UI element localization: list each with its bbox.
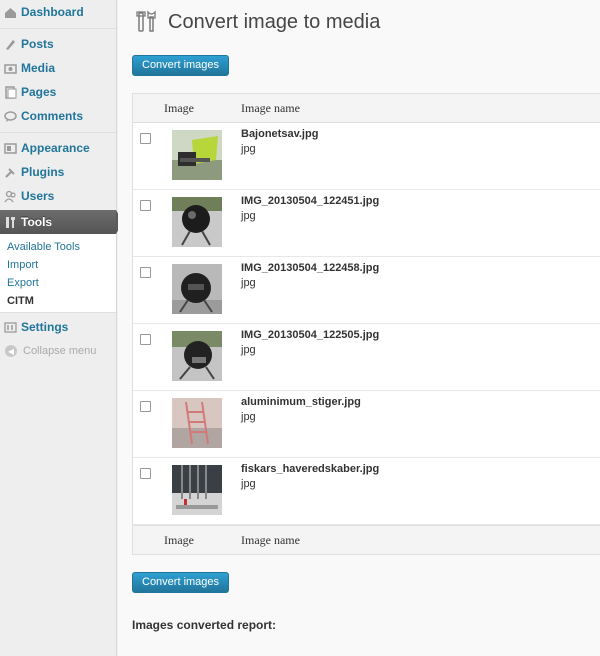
menu-item-comments[interactable]: Comments xyxy=(0,104,116,128)
convert-images-button-bottom[interactable]: Convert images xyxy=(132,572,230,593)
tools-icon xyxy=(134,9,160,35)
page-title: Convert image to media xyxy=(168,10,381,33)
image-name: IMG_20130504_122451.jpg xyxy=(241,195,380,207)
menu-item-tools[interactable]: Tools xyxy=(0,210,123,234)
tools-icon xyxy=(4,216,17,229)
appearance-icon xyxy=(4,142,17,155)
media-icon xyxy=(4,62,17,75)
menu-item-appearance[interactable]: Appearance xyxy=(0,136,116,160)
plugins-icon xyxy=(4,166,17,179)
row-checkbox[interactable] xyxy=(140,468,151,479)
table-header: Image Image name xyxy=(133,94,600,123)
image-type: jpg xyxy=(241,478,256,490)
table-row: aluminimum_stiger.jpg jpg xyxy=(133,391,600,458)
submenu-export[interactable]: Export xyxy=(0,274,116,292)
convert-images-button-top[interactable]: Convert images xyxy=(132,55,230,76)
menu-item-users[interactable]: Users xyxy=(0,184,116,208)
submenu-import[interactable]: Import xyxy=(0,256,116,274)
page-header: Convert image to media xyxy=(134,8,380,36)
menu-item-dashboard[interactable]: Dashboard xyxy=(0,0,116,24)
image-thumbnail xyxy=(172,398,222,448)
menu-item-plugins[interactable]: Plugins xyxy=(0,160,116,184)
menu-item-media[interactable]: Media xyxy=(0,56,116,80)
table-row: IMG_20130504_122505.jpg jpg xyxy=(133,324,600,391)
image-type: jpg xyxy=(241,344,256,356)
image-name: Bajonetsav.jpg xyxy=(241,128,319,140)
tools-submenu: Available Tools Import Export CITM xyxy=(0,234,116,313)
posts-icon xyxy=(4,38,17,51)
submenu-available-tools[interactable]: Available Tools xyxy=(0,238,116,256)
row-checkbox[interactable] xyxy=(140,267,151,278)
image-type: jpg xyxy=(241,277,256,289)
image-type: jpg xyxy=(241,411,256,423)
image-type: jpg xyxy=(241,210,256,222)
column-header-image: Image xyxy=(164,100,194,115)
row-checkbox[interactable] xyxy=(140,401,151,412)
image-thumbnail xyxy=(172,465,222,515)
admin-sidebar: Dashboard Posts Media Pages Comments App… xyxy=(0,0,123,656)
comments-icon xyxy=(4,110,17,123)
collapse-menu-button[interactable]: ◀ Collapse menu xyxy=(0,339,116,363)
table-footer: Image Image name xyxy=(133,525,600,554)
row-checkbox[interactable] xyxy=(140,200,151,211)
image-thumbnail xyxy=(172,264,222,314)
table-row: IMG_20130504_122451.jpg jpg xyxy=(133,190,600,257)
image-name: IMG_20130504_122505.jpg xyxy=(241,329,380,341)
column-header-name: Image name xyxy=(241,100,300,115)
converted-report-label: Images converted report: xyxy=(132,618,277,632)
collapse-menu-label: Collapse menu xyxy=(23,345,97,357)
submenu-citm[interactable]: CITM xyxy=(0,292,116,310)
menu-item-settings[interactable]: Settings xyxy=(0,315,116,339)
menu-item-pages[interactable]: Pages xyxy=(0,80,116,104)
pages-icon xyxy=(4,85,17,99)
dashboard-icon xyxy=(4,6,17,19)
image-name: fiskars_haveredskaber.jpg xyxy=(241,463,380,475)
image-thumbnail xyxy=(172,331,222,381)
column-footer-name: Image name xyxy=(241,532,300,547)
image-name: IMG_20130504_122458.jpg xyxy=(241,262,380,274)
image-type: jpg xyxy=(241,143,256,155)
table-row: Bajonetsav.jpg jpg xyxy=(133,123,600,190)
main-content: Convert image to media Convert images Im… xyxy=(118,0,600,656)
table-row: fiskars_haveredskaber.jpg jpg xyxy=(133,458,600,525)
row-checkbox[interactable] xyxy=(140,133,151,144)
row-checkbox[interactable] xyxy=(140,334,151,345)
image-thumbnail xyxy=(172,197,222,247)
table-row: IMG_20130504_122458.jpg jpg xyxy=(133,257,600,324)
image-name: aluminimum_stiger.jpg xyxy=(241,396,361,408)
menu-item-posts[interactable]: Posts xyxy=(0,32,116,56)
settings-icon xyxy=(4,321,17,334)
column-footer-image: Image xyxy=(164,532,194,547)
images-table: Image Image name Bajonetsav.jpg jpg IMG_… xyxy=(132,93,600,555)
image-thumbnail xyxy=(172,130,222,180)
users-icon xyxy=(4,190,17,203)
collapse-arrow-icon: ◀ xyxy=(5,345,17,357)
